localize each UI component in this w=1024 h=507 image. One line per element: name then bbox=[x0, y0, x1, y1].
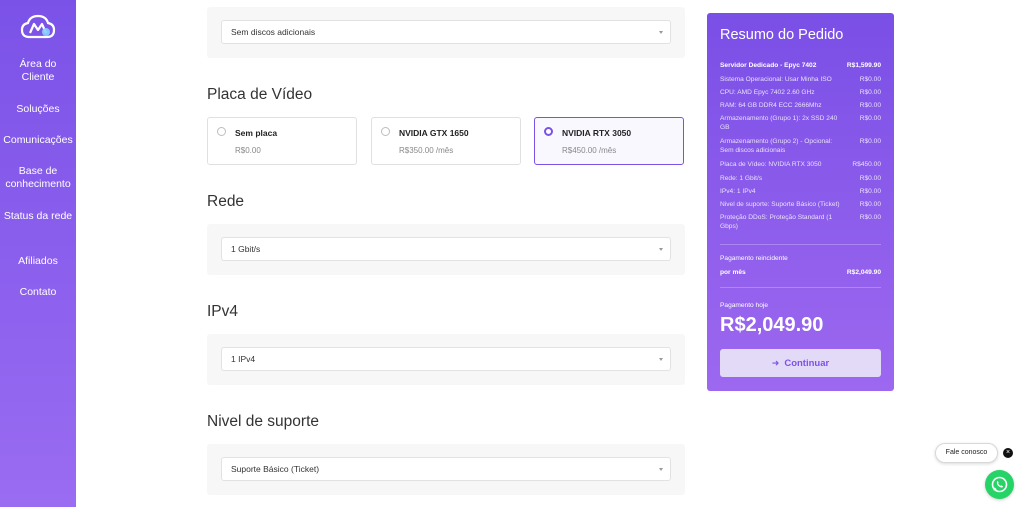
ipv4-section-title: IPv4 bbox=[207, 303, 239, 320]
chevron-down-icon bbox=[659, 248, 663, 251]
support-section-title: Nivel de suporte bbox=[207, 413, 320, 430]
sidebar: Área do Cliente Soluções Comunicações Ba… bbox=[0, 0, 76, 507]
sidebar-item-solutions[interactable]: Soluções bbox=[0, 103, 76, 116]
summary-line-price: R$450.00 bbox=[852, 161, 881, 168]
summary-line: Sistema Operacional: Usar Minha ISO R$0.… bbox=[720, 75, 881, 84]
chevron-down-icon bbox=[659, 358, 663, 361]
network-section-title: Rede bbox=[207, 193, 245, 210]
summary-product-row: Servidor Dedicado - Epyc 7402 R$1,599.90 bbox=[720, 61, 881, 70]
disks-panel: Sem discos adicionais bbox=[207, 7, 685, 58]
chat-bubble[interactable]: Fale conosco bbox=[935, 443, 998, 463]
summary-line: Proteção DDoS: Proteção Standard (1 Gbps… bbox=[720, 213, 881, 231]
continue-label: Continuar bbox=[784, 358, 830, 369]
summary-line-price: R$0.00 bbox=[859, 201, 881, 208]
chevron-down-icon bbox=[659, 468, 663, 471]
summary-line-label: CPU: AMD Epyc 7402 2.60 GHz bbox=[720, 89, 815, 96]
summary-line-label: Placa de Vídeo: NVIDIA RTX 3050 bbox=[720, 161, 822, 168]
sidebar-item-affiliates[interactable]: Afiliados bbox=[0, 255, 76, 268]
arrow-right-icon: ➜ bbox=[771, 358, 780, 368]
network-value: 1 Gbit/s bbox=[231, 244, 261, 254]
support-select[interactable]: Suporte Básico (Ticket) bbox=[221, 457, 671, 481]
summary-line: CPU: AMD Epyc 7402 2.60 GHz R$0.00 bbox=[720, 88, 881, 97]
summary-line: Nivel de suporte: Suporte Básico (Ticket… bbox=[720, 200, 881, 209]
summary-divider bbox=[720, 287, 881, 288]
recurring-period: por mês bbox=[720, 269, 746, 276]
recurring-price: R$2,049.90 bbox=[846, 269, 881, 276]
order-summary-title: Resumo do Pedido bbox=[720, 27, 844, 43]
summary-line: IPv4: 1 IPv4 R$0.00 bbox=[720, 187, 881, 196]
summary-line: Rede: 1 Gbit/s R$0.00 bbox=[720, 174, 881, 183]
today-total: R$2,049.90 bbox=[720, 314, 824, 336]
summary-line: Placa de Vídeo: NVIDIA RTX 3050 R$450.00 bbox=[720, 160, 881, 169]
ipv4-value: 1 IPv4 bbox=[231, 354, 256, 364]
sidebar-item-contact[interactable]: Contato bbox=[0, 286, 76, 299]
summary-line: RAM: 64 GB DDR4 ECC 2666Mhz R$0.00 bbox=[720, 101, 881, 110]
summary-divider bbox=[720, 244, 881, 245]
today-payment-label: Pagamento hoje bbox=[720, 302, 769, 309]
summary-line-label: Armazenamento (Grupo 2) - Opcional: Sem … bbox=[720, 138, 833, 154]
whatsapp-icon bbox=[991, 476, 1008, 493]
radio-selected-icon[interactable] bbox=[544, 127, 553, 136]
summary-line: Armazenamento (Grupo 1): 2x SSD 240 GB R… bbox=[720, 114, 881, 132]
gpu-option-name: NVIDIA GTX 1650 bbox=[399, 128, 469, 138]
gpu-option-rtx-3050[interactable]: NVIDIA RTX 3050 R$450.00 /mês bbox=[534, 117, 684, 165]
summary-line-label: Sistema Operacional: Usar Minha ISO bbox=[720, 76, 832, 83]
additional-disks-value: Sem discos adicionais bbox=[231, 27, 316, 37]
ipv4-panel: 1 IPv4 bbox=[207, 334, 685, 385]
recurring-payment-label: Pagamento reincidente bbox=[720, 255, 788, 262]
sidebar-item-announcements[interactable]: Comunicações bbox=[0, 134, 76, 147]
summary-product-price: R$1,599.90 bbox=[846, 62, 881, 69]
chat-close-icon[interactable]: × bbox=[1003, 448, 1013, 458]
order-summary: Resumo do Pedido Servidor Dedicado - Epy… bbox=[707, 13, 894, 391]
summary-product-label: Servidor Dedicado - Epyc 7402 bbox=[720, 62, 817, 69]
chevron-down-icon bbox=[659, 31, 663, 34]
summary-line-price: R$0.00 bbox=[859, 76, 881, 83]
sidebar-item-knowledgebase[interactable]: Base de conhecimento bbox=[0, 165, 76, 191]
summary-line-price: R$0.00 bbox=[859, 89, 881, 96]
gpu-option-name: NVIDIA RTX 3050 bbox=[562, 128, 632, 138]
radio-icon[interactable] bbox=[381, 127, 390, 136]
gpu-option-gtx-1650[interactable]: NVIDIA GTX 1650 R$350.00 /mês bbox=[371, 117, 521, 165]
gpu-option-name: Sem placa bbox=[235, 128, 278, 138]
gpu-option-price: R$450.00 /mês bbox=[562, 146, 617, 155]
continue-button[interactable]: ➜ Continuar bbox=[720, 349, 881, 377]
radio-icon[interactable] bbox=[217, 127, 226, 136]
sidebar-item-client-area[interactable]: Área do Cliente bbox=[0, 58, 76, 84]
summary-line: Armazenamento (Grupo 2) - Opcional: Sem … bbox=[720, 137, 881, 155]
additional-disks-select[interactable]: Sem discos adicionais bbox=[221, 20, 671, 44]
summary-line-price: R$0.00 bbox=[859, 188, 881, 195]
whatsapp-button[interactable] bbox=[985, 470, 1014, 499]
summary-line-price: R$0.00 bbox=[859, 175, 881, 182]
summary-line-price: R$0.00 bbox=[859, 115, 881, 122]
gpu-section-title: Placa de Vídeo bbox=[207, 86, 313, 103]
summary-line-label: IPv4: 1 IPv4 bbox=[720, 188, 756, 195]
support-panel: Suporte Básico (Ticket) bbox=[207, 444, 685, 495]
gpu-option-none[interactable]: Sem placa R$0.00 bbox=[207, 117, 357, 165]
summary-line-label: RAM: 64 GB DDR4 ECC 2666Mhz bbox=[720, 102, 822, 109]
network-panel: 1 Gbit/s bbox=[207, 224, 685, 275]
chat-label: Fale conosco bbox=[945, 449, 988, 456]
gpu-option-price: R$0.00 bbox=[235, 146, 261, 155]
summary-line-label: Armazenamento (Grupo 1): 2x SSD 240 GB bbox=[720, 115, 838, 131]
cloud-logo-icon[interactable] bbox=[20, 13, 56, 41]
summary-line-label: Nivel de suporte: Suporte Básico (Ticket… bbox=[720, 201, 840, 208]
recurring-payment-row: por mês R$2,049.90 bbox=[720, 268, 881, 277]
summary-line-label: Rede: 1 Gbit/s bbox=[720, 175, 763, 182]
support-value: Suporte Básico (Ticket) bbox=[231, 464, 320, 474]
network-select[interactable]: 1 Gbit/s bbox=[221, 237, 671, 261]
gpu-option-price: R$350.00 /mês bbox=[399, 146, 454, 155]
summary-line-price: R$0.00 bbox=[859, 102, 881, 109]
summary-line-price: R$0.00 bbox=[859, 214, 881, 221]
ipv4-select[interactable]: 1 IPv4 bbox=[221, 347, 671, 371]
summary-line-label: Proteção DDoS: Proteção Standard (1 Gbps… bbox=[720, 214, 833, 230]
summary-line-price: R$0.00 bbox=[859, 138, 881, 145]
sidebar-item-network-status[interactable]: Status da rede bbox=[0, 210, 76, 223]
